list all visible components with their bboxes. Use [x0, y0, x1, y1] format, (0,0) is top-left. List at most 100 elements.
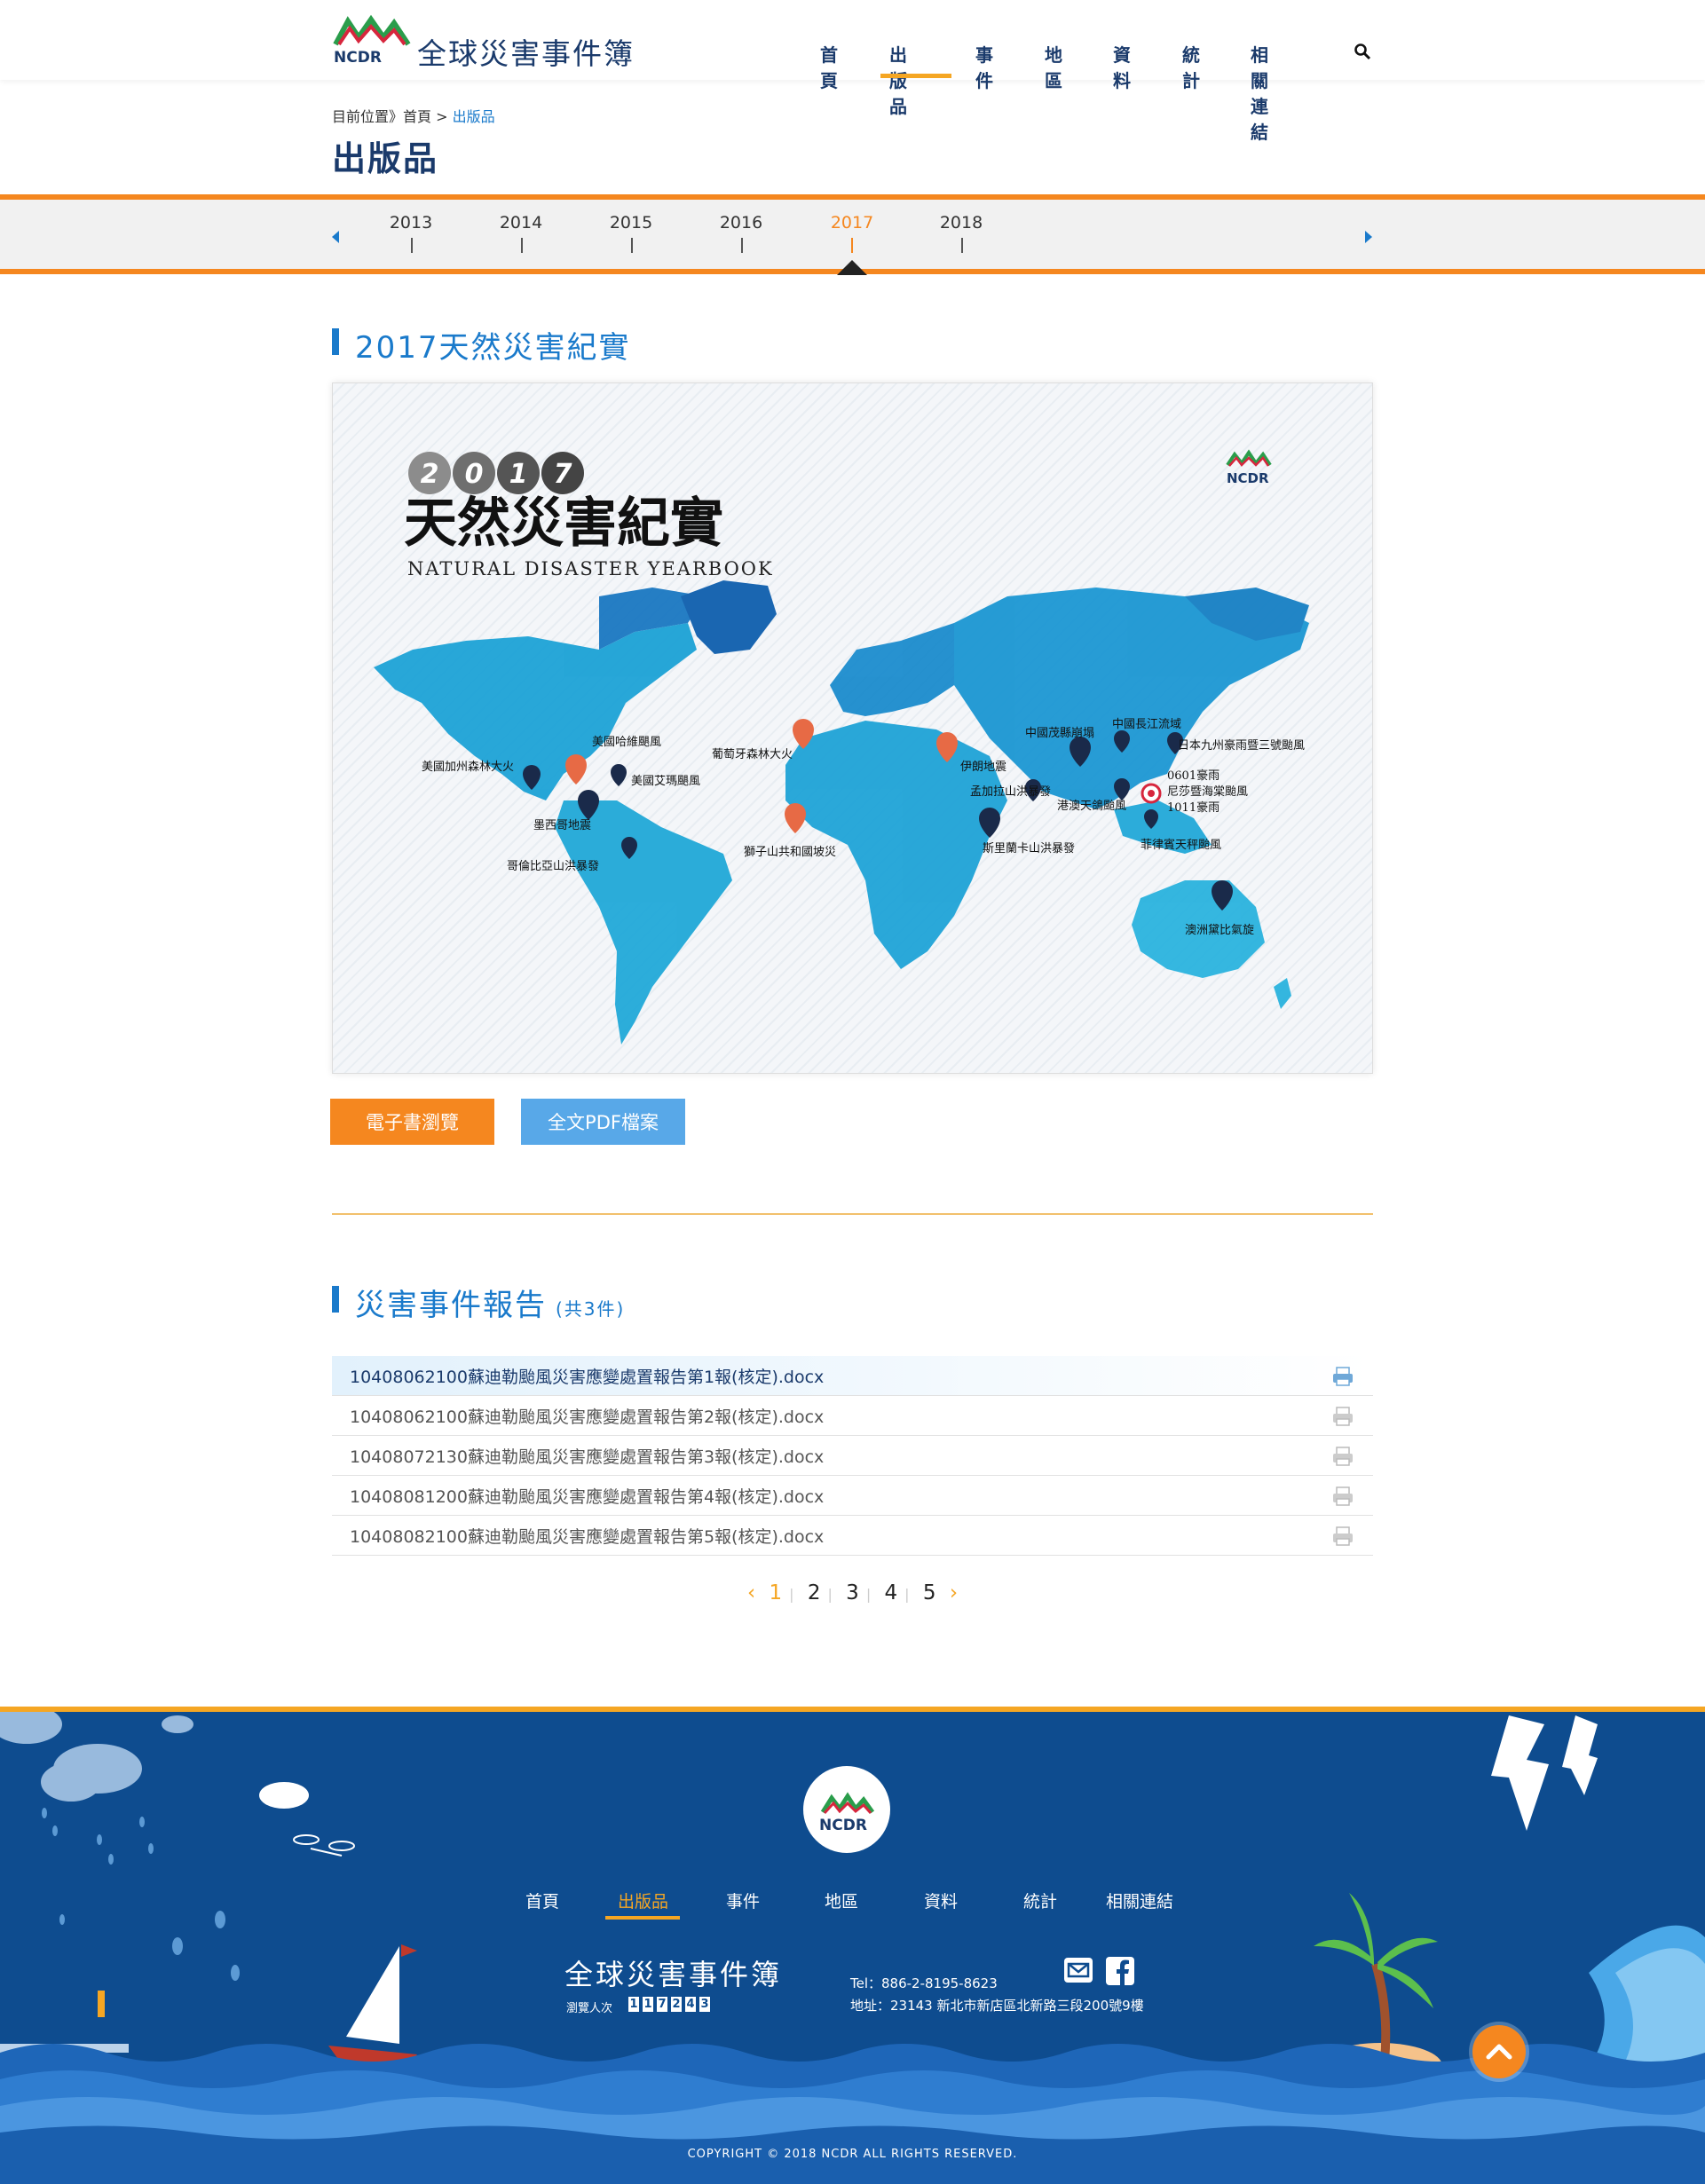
svg-text:NCDR: NCDR	[819, 1817, 867, 1834]
year-2013[interactable]: 2013	[375, 213, 446, 233]
svg-text:美國加州森林大火: 美國加州森林大火	[422, 761, 514, 774]
footer-nav-links[interactable]: 相關連結	[1106, 1888, 1173, 1912]
nav-links[interactable]: 相關連結	[1251, 41, 1268, 144]
report-filename[interactable]: 10408062100蘇迪勒颱風災害應變處置報告第1報(核定).docx	[350, 1364, 824, 1388]
page-5[interactable]: 5	[923, 1581, 936, 1604]
breadcrumb: 目前位置》首頁 > 出版品	[332, 105, 495, 126]
back-to-top-button[interactable]	[1472, 2025, 1526, 2078]
breadcrumb-prefix[interactable]: 目前位置》首頁 >	[332, 108, 448, 125]
pagination-next-icon[interactable]: ›	[950, 1581, 958, 1604]
report-list: 10408062100蘇迪勒颱風災害應變處置報告第1報(核定).docx 104…	[332, 1356, 1373, 1556]
svg-text:美國艾瑪颶風: 美國艾瑪颶風	[631, 775, 700, 788]
svg-text:澳洲黛比氣旋: 澳洲黛比氣旋	[1185, 923, 1254, 937]
active-year-caret-icon	[837, 260, 867, 275]
year-2014[interactable]: 2014	[485, 213, 556, 233]
footer-address: 地址：23143 新北市新店區北新路三段200號9樓	[850, 1998, 1144, 2014]
visitor-counter: 117243	[628, 1996, 713, 2013]
footer-nav-events[interactable]: 事件	[726, 1888, 760, 1912]
svg-text:日本九州豪雨暨三號颱風: 日本九州豪雨暨三號颱風	[1178, 738, 1305, 753]
svg-text:墨西哥地震: 墨西哥地震	[533, 819, 591, 832]
pagination-prev-icon[interactable]: ‹	[747, 1581, 755, 1604]
facebook-icon[interactable]	[1105, 1956, 1135, 1986]
nav-publications[interactable]: 出版品	[889, 41, 907, 118]
svg-text:NCDR: NCDR	[334, 49, 382, 66]
section-divider	[332, 1213, 1373, 1215]
pagination: ‹ 1 | 2 | 3 | 4 | 5 ›	[746, 1581, 959, 1604]
nav-active-indicator	[880, 74, 951, 78]
svg-text:尼莎暨海棠颱風: 尼莎暨海棠颱風	[1167, 785, 1248, 799]
svg-text:中國茂縣崩塌: 中國茂縣崩塌	[1025, 727, 1094, 740]
page-1[interactable]: 1	[769, 1581, 782, 1604]
breadcrumb-current[interactable]: 出版品	[453, 108, 495, 125]
report-filename[interactable]: 10408072130蘇迪勒颱風災害應變處置報告第3報(核定).docx	[350, 1444, 824, 1468]
print-doc-icon[interactable]	[1332, 1526, 1354, 1546]
svg-text:1011豪雨: 1011豪雨	[1167, 800, 1220, 815]
chevron-up-icon	[1486, 2044, 1512, 2060]
year-2018[interactable]: 2018	[926, 213, 997, 233]
nav-events[interactable]: 事件	[975, 41, 993, 92]
nav-data[interactable]: 資料	[1113, 41, 1131, 92]
report-row[interactable]: 10408081200蘇迪勒颱風災害應變處置報告第4報(核定).docx	[332, 1476, 1373, 1516]
report-row[interactable]: 10408072130蘇迪勒颱風災害應變處置報告第3報(核定).docx	[332, 1436, 1373, 1476]
ncdr-logo[interactable]: NCDR	[332, 14, 414, 66]
timeline-next-arrow-icon[interactable]	[1365, 231, 1372, 243]
svg-text:0601豪雨: 0601豪雨	[1167, 769, 1220, 783]
svg-text:1: 1	[509, 459, 528, 490]
footer-nav-statistics[interactable]: 統計	[1023, 1888, 1057, 1912]
year-2015[interactable]: 2015	[596, 213, 667, 233]
report-filename[interactable]: 10408062100蘇迪勒颱風災害應變處置報告第2報(核定).docx	[350, 1404, 824, 1428]
report-filename[interactable]: 10408081200蘇迪勒颱風災害應變處置報告第4報(核定).docx	[350, 1484, 824, 1508]
site-header: NCDR 全球災害事件簿 首頁 出版品 事件 地區 資料 統計 相關連結	[0, 0, 1705, 143]
report-row[interactable]: 10408062100蘇迪勒颱風災害應變處置報告第1報(核定).docx	[332, 1356, 1373, 1396]
svg-text:斯里蘭卡山洪暴發: 斯里蘭卡山洪暴發	[983, 841, 1075, 855]
year-tick	[631, 238, 633, 253]
footer-nav-data[interactable]: 資料	[924, 1888, 958, 1912]
footer-site-title: 全球災害事件簿	[564, 1958, 783, 1991]
footer-ncdr-logo-icon: NCDR	[819, 1792, 875, 1834]
print-doc-icon[interactable]	[1332, 1486, 1354, 1506]
year-tick-active	[851, 238, 853, 253]
ebook-view-button[interactable]: 電子書瀏覽	[330, 1099, 494, 1145]
print-doc-icon[interactable]	[1332, 1447, 1354, 1466]
year-tick	[411, 238, 413, 253]
copyright: COPYRIGHT © 2018 NCDR ALL RIGHTS RESERVE…	[687, 2148, 1018, 2161]
footer-nav-home[interactable]: 首頁	[525, 1888, 559, 1912]
svg-text:天然災害紀實: 天然災害紀實	[404, 493, 723, 555]
year-2017[interactable]: 2017	[817, 213, 888, 233]
svg-text:0: 0	[465, 459, 484, 490]
svg-text:2: 2	[421, 459, 439, 490]
visitor-count-label: 瀏覽人次	[566, 2002, 613, 2015]
print-doc-icon[interactable]	[1332, 1367, 1354, 1386]
publication-heading: 2017天然災害紀實	[332, 323, 631, 367]
mail-icon[interactable]	[1063, 1957, 1093, 1983]
footer-nav-publications[interactable]: 出版品	[618, 1888, 668, 1912]
svg-text:葡萄牙森林大火: 葡萄牙森林大火	[712, 748, 793, 761]
year-tick	[521, 238, 523, 253]
footer-logo[interactable]: NCDR	[803, 1766, 890, 1853]
print-doc-icon[interactable]	[1332, 1407, 1354, 1426]
svg-text:中國長江流域: 中國長江流域	[1112, 718, 1181, 731]
footer-nav-regions[interactable]: 地區	[825, 1888, 858, 1912]
page-3[interactable]: 3	[846, 1581, 859, 1604]
site-title[interactable]: 全球災害事件簿	[417, 30, 635, 73]
page-4[interactable]: 4	[885, 1581, 898, 1604]
svg-text:7: 7	[554, 459, 572, 490]
year-2016[interactable]: 2016	[706, 213, 777, 233]
page-2[interactable]: 2	[808, 1581, 821, 1604]
cover-ncdr-logo-icon: NCDR	[1226, 449, 1272, 486]
svg-text:伊朗地震: 伊朗地震	[960, 761, 1006, 774]
nav-regions[interactable]: 地區	[1045, 41, 1062, 92]
timeline-prev-arrow-icon[interactable]	[332, 231, 339, 243]
svg-text:NATURAL DISASTER YEARBOOK: NATURAL DISASTER YEARBOOK	[407, 558, 774, 580]
reports-count: (共3件)	[556, 1298, 626, 1320]
report-row[interactable]: 10408062100蘇迪勒颱風災害應變處置報告第2報(核定).docx	[332, 1396, 1373, 1436]
report-filename[interactable]: 10408082100蘇迪勒颱風災害應變處置報告第5報(核定).docx	[350, 1524, 824, 1548]
nav-statistics[interactable]: 統計	[1182, 41, 1200, 92]
yearbook-cover-image[interactable]: 2 0 1 7 天然災害紀實 NATURAL DISASTER YEARBOOK…	[332, 382, 1373, 1074]
report-row[interactable]: 10408082100蘇迪勒颱風災害應變處置報告第5報(核定).docx	[332, 1516, 1373, 1556]
pdf-download-button[interactable]: 全文PDF檔案	[521, 1099, 685, 1145]
nav-home[interactable]: 首頁	[820, 41, 838, 92]
svg-text:港澳天鴿颱風: 港澳天鴿颱風	[1057, 799, 1126, 813]
search-icon[interactable]	[1354, 43, 1371, 60]
svg-text:菲律賓天秤颱風: 菲律賓天秤颱風	[1141, 838, 1221, 852]
